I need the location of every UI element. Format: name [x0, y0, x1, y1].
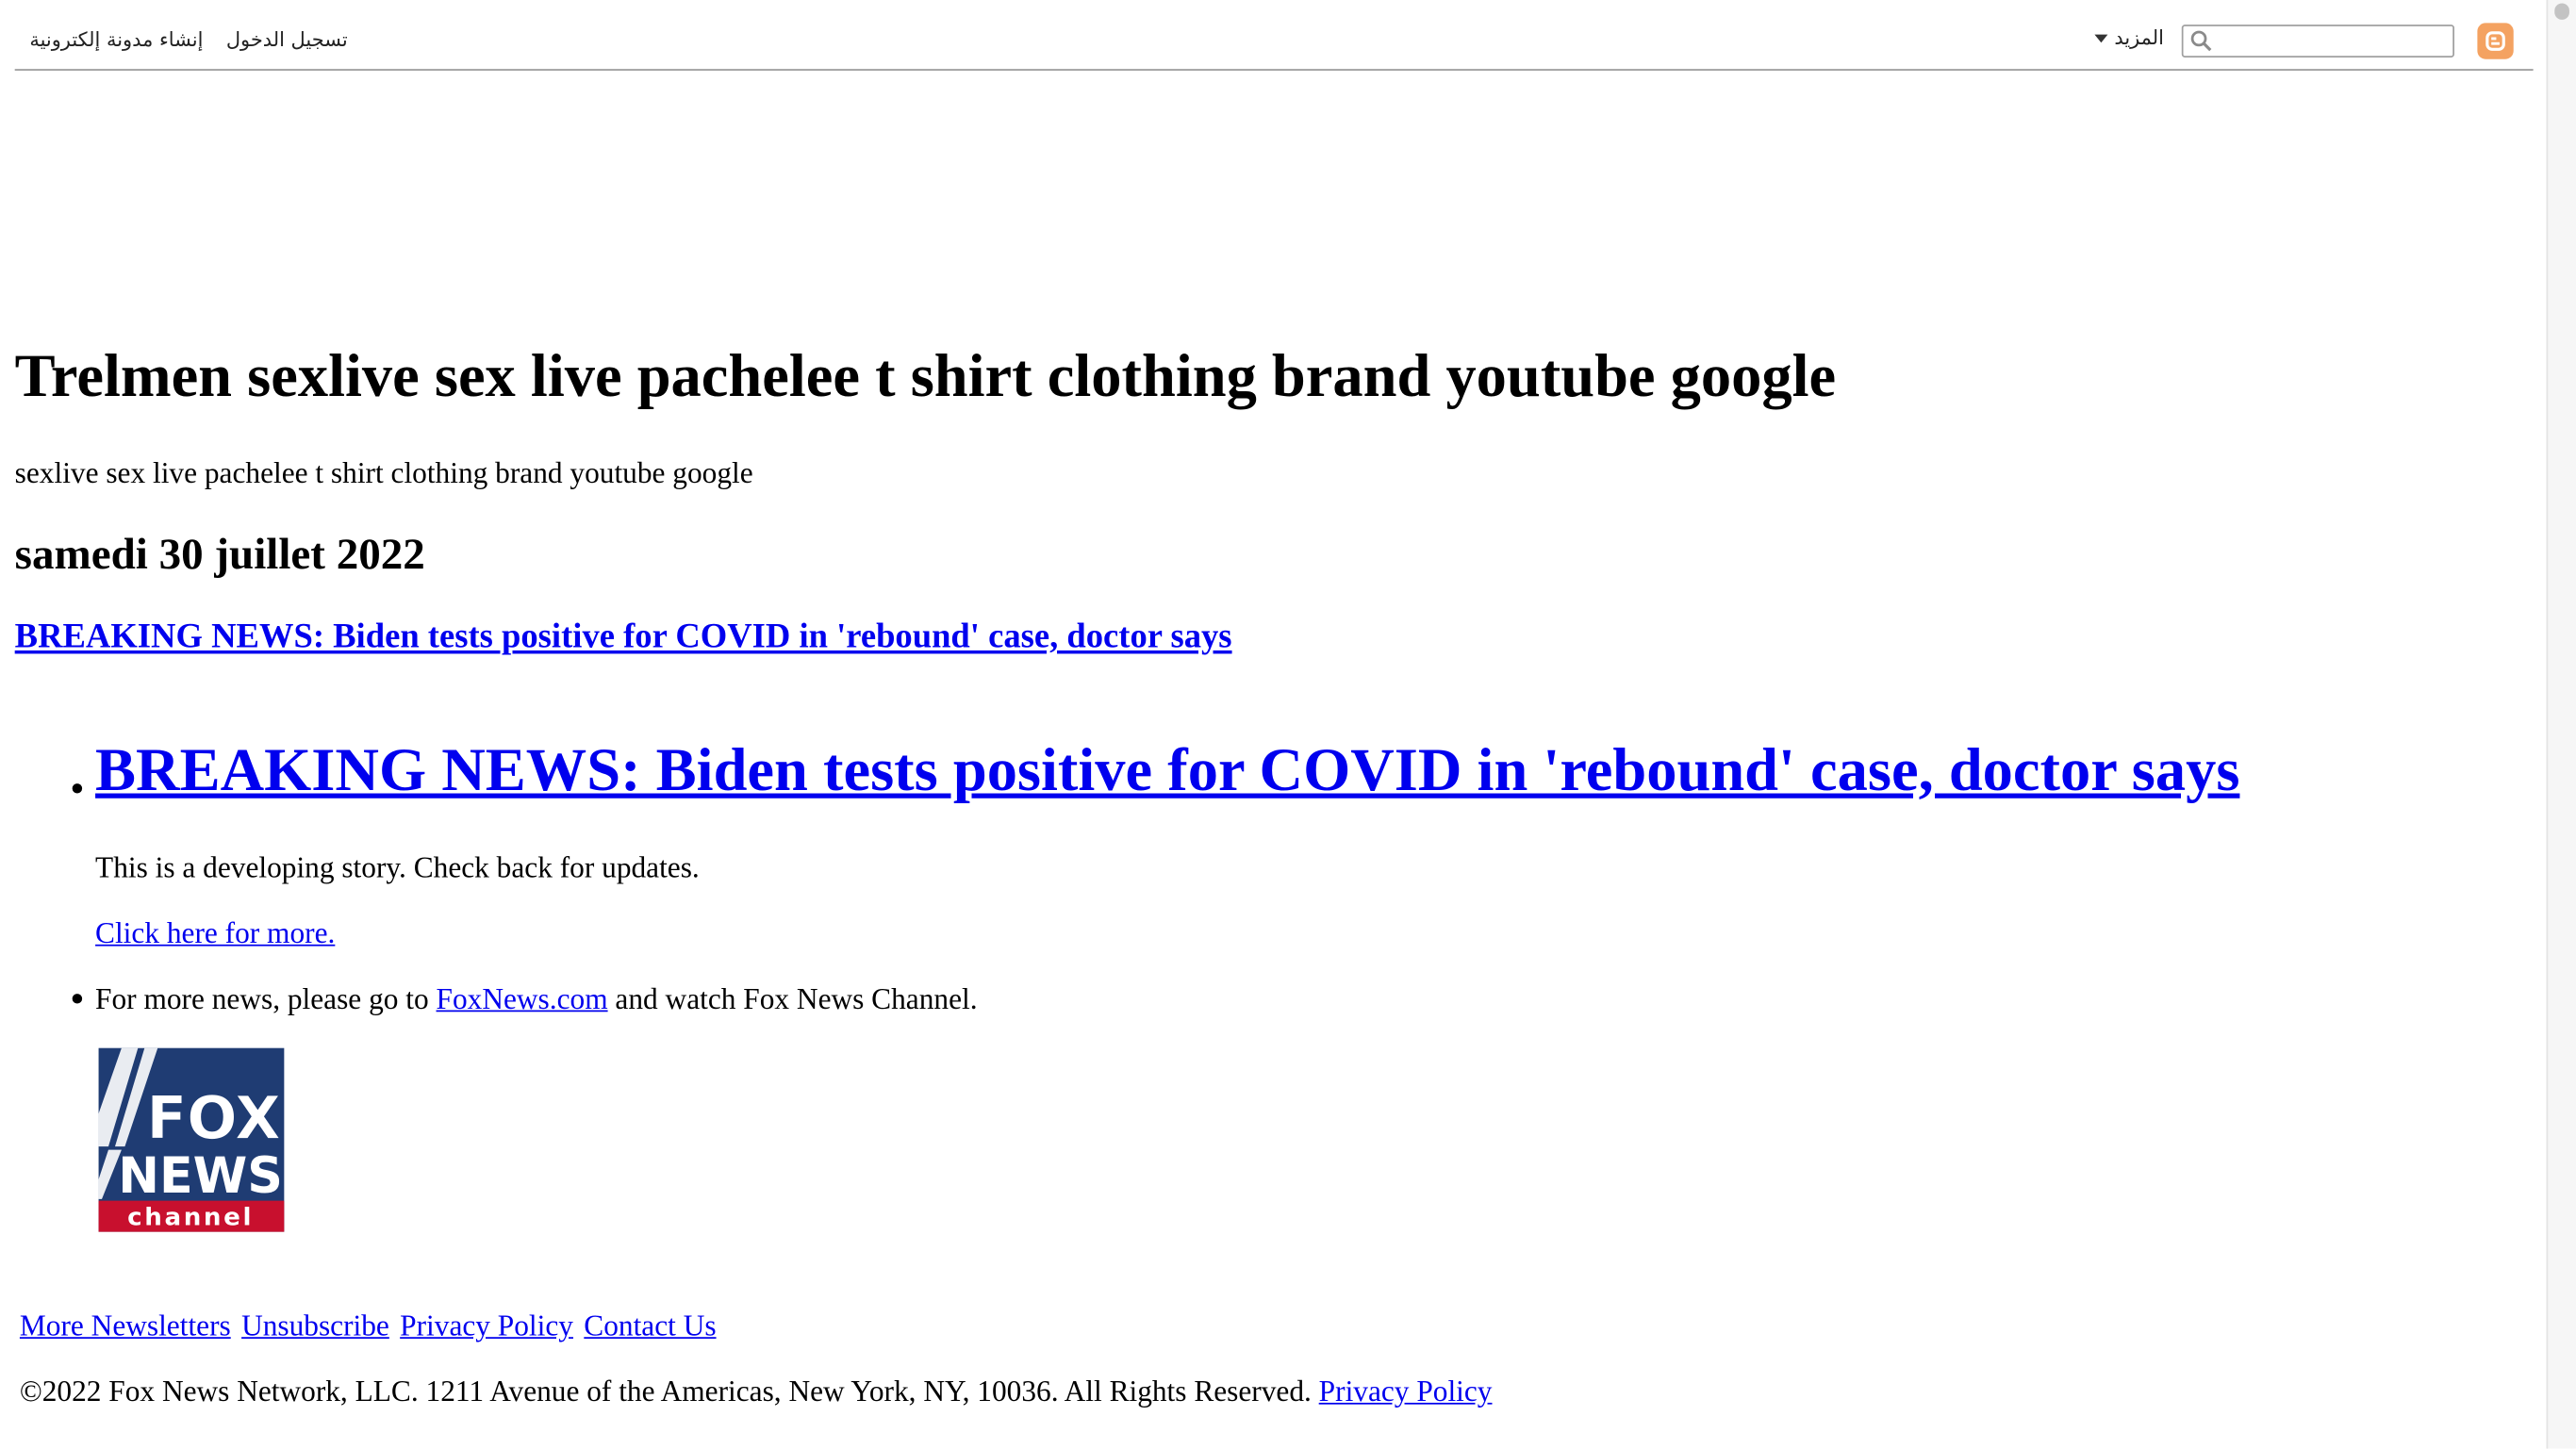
- search-input[interactable]: [2216, 27, 2453, 58]
- unsubscribe-link[interactable]: Unsubscribe: [241, 1309, 389, 1342]
- blogger-logo-icon[interactable]: [2477, 23, 2514, 59]
- more-news-text: For more news, please go to FoxNews.com …: [95, 982, 978, 1017]
- search-icon: [2190, 30, 2212, 52]
- vertical-scrollbar[interactable]: [2546, 0, 2576, 1449]
- copyright-body: ©2022 Fox News Network, LLC. 1211 Avenue…: [19, 1375, 1319, 1408]
- copyright-privacy-link[interactable]: Privacy Policy: [1319, 1375, 1493, 1408]
- list-bullet: [72, 783, 83, 794]
- create-blog-link[interactable]: إنشاء مدونة إلكترونية: [29, 28, 203, 51]
- more-newsletters-link[interactable]: More Newsletters: [20, 1309, 231, 1342]
- blogger-b-icon: [2485, 31, 2505, 51]
- headline: BREAKING NEWS: Biden tests positive for …: [95, 736, 2239, 807]
- foxnews-link[interactable]: FoxNews.com: [437, 982, 608, 1015]
- post-title-link[interactable]: BREAKING NEWS: Biden tests positive for …: [15, 616, 1232, 655]
- list-bullet: [72, 994, 83, 1004]
- copyright-text: ©2022 Fox News Network, LLC. 1211 Avenue…: [20, 1375, 1493, 1409]
- click-more-line: Click here for more.: [95, 916, 335, 951]
- sign-in-link[interactable]: تسجيل الدخول: [226, 28, 348, 51]
- search-box[interactable]: [2181, 25, 2454, 58]
- post-title: BREAKING NEWS: Biden tests positive for …: [15, 616, 1232, 657]
- developing-story-text: This is a developing story. Check back f…: [95, 850, 700, 884]
- date-header: samedi 30 juillet 2022: [14, 529, 425, 579]
- logo-news-text: NEWS: [118, 1147, 283, 1205]
- logo-fox-text: FOX: [146, 1083, 280, 1152]
- more-news-suffix: and watch Fox News Channel.: [607, 981, 978, 1015]
- more-menu-button[interactable]: المزيد: [2094, 26, 2164, 49]
- scrollbar-thumb[interactable]: [2554, 3, 2569, 20]
- logo-channel-text: channel: [127, 1204, 254, 1232]
- headline-link[interactable]: BREAKING NEWS: Biden tests positive for …: [95, 737, 2239, 804]
- contact-us-link[interactable]: Contact Us: [584, 1309, 716, 1342]
- page: تسجيل الدخول إنشاء مدونة إلكترونية المزي…: [0, 0, 2576, 1449]
- click-more-link[interactable]: Click here for more.: [95, 916, 335, 949]
- blog-description: sexlive sex live pachelee t shirt clothi…: [14, 456, 753, 490]
- more-news-prefix: For more news, please go to: [95, 981, 437, 1015]
- blog-title: Trelmen sexlive sex live pachelee t shir…: [14, 343, 1837, 411]
- footer-links: More Newsletters Unsubscribe Privacy Pol…: [20, 1309, 719, 1344]
- more-menu-label: المزيد: [2114, 25, 2164, 50]
- fox-news-channel-logo: FOX NEWS channel: [98, 1047, 285, 1232]
- blogger-navbar: تسجيل الدخول إنشاء مدونة إلكترونية المزي…: [14, 0, 2534, 71]
- chevron-down-icon: [2094, 33, 2108, 42]
- navbar-links: تسجيل الدخول إنشاء مدونة إلكترونية: [29, 28, 347, 51]
- privacy-policy-link[interactable]: Privacy Policy: [400, 1309, 573, 1342]
